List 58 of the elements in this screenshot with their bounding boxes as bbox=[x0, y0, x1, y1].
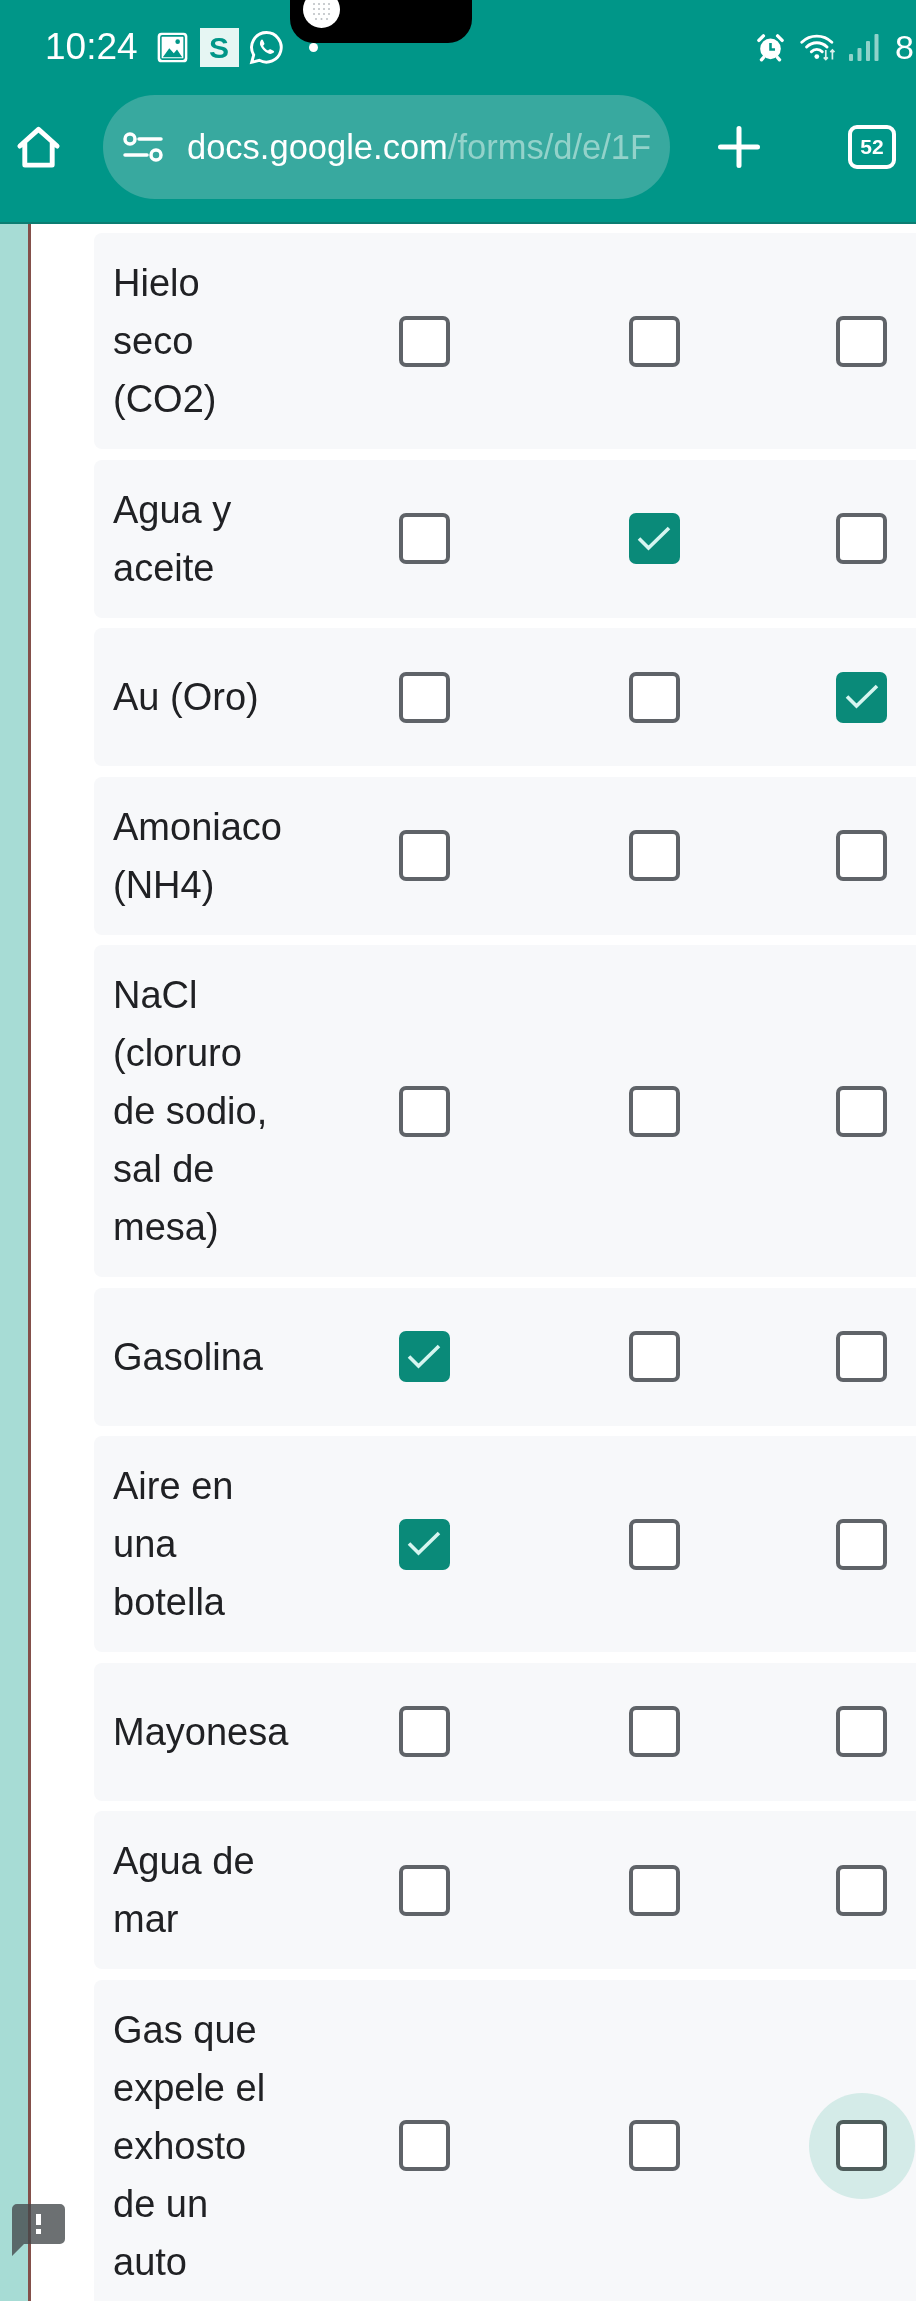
checkbox[interactable] bbox=[628, 671, 680, 723]
sliders-icon[interactable] bbox=[123, 132, 163, 162]
checkbox[interactable] bbox=[628, 513, 680, 564]
checkbox[interactable] bbox=[398, 671, 450, 723]
image-icon bbox=[156, 31, 188, 63]
checkbox[interactable] bbox=[836, 1085, 887, 1137]
alarm-clock-icon bbox=[755, 31, 787, 63]
row-label: Mayonesa bbox=[113, 1709, 289, 1755]
checkbox[interactable] bbox=[836, 830, 887, 881]
dot-icon bbox=[308, 42, 318, 52]
phone-bubble-icon bbox=[247, 28, 285, 66]
checkbox[interactable] bbox=[836, 513, 887, 564]
checkbox[interactable] bbox=[398, 830, 450, 881]
wifi-icon bbox=[800, 32, 837, 62]
checkmark-icon bbox=[844, 684, 879, 710]
checkbox[interactable] bbox=[628, 1706, 680, 1757]
checkbox[interactable] bbox=[628, 1331, 680, 1382]
checkbox[interactable] bbox=[628, 830, 680, 881]
checkbox[interactable] bbox=[628, 1085, 680, 1137]
checkbox[interactable] bbox=[398, 2120, 450, 2171]
plus-icon[interactable] bbox=[718, 126, 760, 168]
row-label: Gas que expele el exhosto de un auto bbox=[113, 2007, 267, 2285]
checkbox[interactable] bbox=[628, 2120, 680, 2171]
checkbox[interactable] bbox=[398, 1706, 450, 1757]
clock-time: 10:24 bbox=[45, 27, 138, 67]
checkbox[interactable] bbox=[398, 1518, 450, 1570]
checkbox[interactable] bbox=[836, 1331, 887, 1382]
checkbox[interactable] bbox=[398, 1085, 450, 1137]
checkbox[interactable] bbox=[836, 1518, 887, 1570]
address-bar[interactable]: docs.google.com/forms/d/e/1F bbox=[103, 95, 670, 199]
row-label: Au (Oro) bbox=[113, 675, 259, 720]
row-label: Agua y aceite bbox=[113, 487, 233, 591]
signal-icon bbox=[848, 33, 881, 61]
checkbox[interactable] bbox=[398, 315, 450, 367]
app-badge: S bbox=[199, 27, 239, 67]
row-label: Aire en una botella bbox=[113, 1464, 235, 1625]
checkmark-icon bbox=[407, 1343, 441, 1370]
checkbox[interactable] bbox=[628, 1518, 680, 1570]
checkbox[interactable] bbox=[398, 513, 450, 564]
checkbox[interactable] bbox=[836, 315, 887, 367]
row-label: Amoniaco (NH4) bbox=[113, 804, 283, 908]
row-label: Agua de mar bbox=[113, 1839, 256, 1942]
checkbox[interactable] bbox=[836, 671, 887, 723]
battery-percent: 8 bbox=[895, 27, 914, 67]
checkbox[interactable] bbox=[398, 1331, 450, 1382]
checkbox[interactable] bbox=[836, 2120, 887, 2171]
row-label: NaCl (cloruro de sodio, sal de mesa) bbox=[113, 973, 269, 1250]
tab-switcher-button[interactable]: 52 bbox=[848, 125, 896, 169]
row-label: Hielo seco (CO2) bbox=[113, 261, 218, 422]
checkmark-icon bbox=[407, 1531, 441, 1557]
checkbox[interactable] bbox=[628, 315, 680, 367]
checkbox[interactable] bbox=[628, 1864, 680, 1916]
row-label: Gasolina bbox=[113, 1334, 263, 1380]
checkbox[interactable] bbox=[398, 1864, 450, 1916]
alert-bubble-icon[interactable] bbox=[12, 2204, 65, 2256]
checkbox[interactable] bbox=[836, 1864, 887, 1916]
checkmark-icon bbox=[637, 525, 671, 552]
checkbox[interactable] bbox=[836, 1706, 887, 1757]
